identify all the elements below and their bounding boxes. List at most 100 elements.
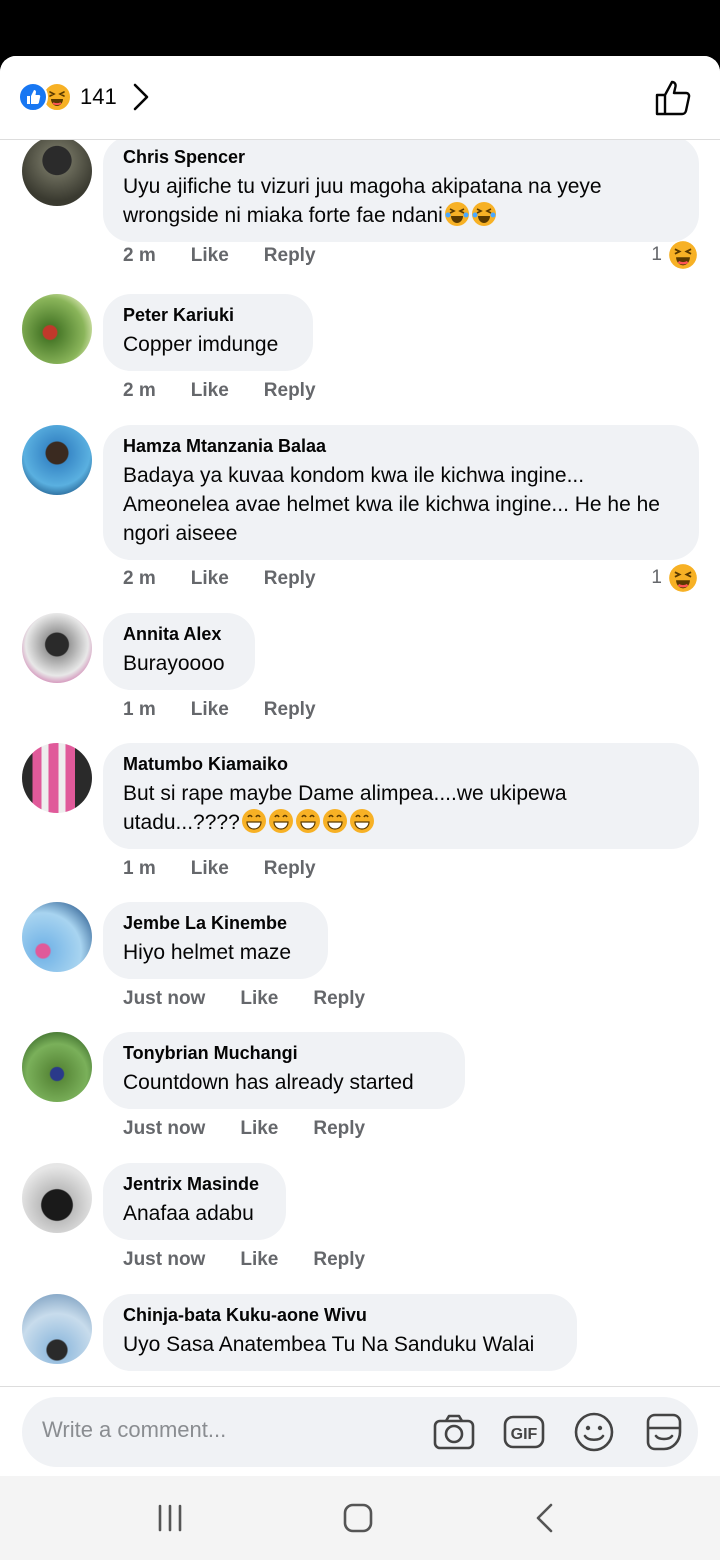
comment-reaction-badge[interactable]: 1 bbox=[651, 563, 698, 593]
home-icon[interactable] bbox=[338, 1498, 378, 1538]
avatar[interactable] bbox=[22, 1163, 92, 1233]
grin-emoji-icon bbox=[268, 809, 293, 833]
comment-text: Anafaa adabu bbox=[123, 1202, 254, 1225]
avatar[interactable] bbox=[22, 743, 92, 813]
comment-text: Burayoooo bbox=[123, 652, 225, 675]
recent-apps-icon[interactable] bbox=[150, 1498, 190, 1538]
avatar[interactable] bbox=[22, 140, 92, 206]
like-comment-button[interactable]: Like bbox=[240, 1118, 278, 1140]
grin-emoji-icon bbox=[322, 809, 347, 833]
like-comment-button[interactable]: Like bbox=[191, 245, 229, 267]
like-comment-button[interactable]: Like bbox=[191, 858, 229, 880]
comment-actions: Just now Like Reply bbox=[123, 988, 400, 1010]
haha-icon bbox=[669, 241, 697, 269]
comment-bubble[interactable]: Hamza Mtanzania Balaa Badaya ya kuvaa ko… bbox=[103, 425, 699, 560]
comment-bubble[interactable]: Chris Spencer Uyu ajifiche tu vizuri juu… bbox=[103, 140, 699, 242]
avatar[interactable] bbox=[22, 613, 92, 683]
comment-actions: Just now Like Reply bbox=[123, 1249, 400, 1271]
status-bar bbox=[0, 0, 720, 56]
like-comment-button[interactable]: Like bbox=[240, 988, 278, 1010]
reply-button[interactable]: Reply bbox=[313, 1118, 365, 1140]
reaction-count: 141 bbox=[80, 84, 117, 109]
comment-time: 2 m bbox=[123, 245, 156, 266]
reply-button[interactable]: Reply bbox=[313, 1249, 365, 1271]
comment-author[interactable]: Matumbo Kiamaiko bbox=[123, 753, 679, 775]
gif-label: GIF bbox=[511, 1426, 538, 1443]
comment-bubble[interactable]: Peter Kariuki Copper imdunge bbox=[103, 294, 313, 371]
thumbs-up-icon bbox=[655, 80, 691, 116]
grin-emoji-icon bbox=[295, 809, 320, 833]
comment-text: Uyu ajifiche tu vizuri juu magoha akipat… bbox=[123, 175, 602, 227]
avatar[interactable] bbox=[22, 902, 92, 972]
like-comment-button[interactable]: Like bbox=[191, 380, 229, 402]
like-comment-button[interactable]: Like bbox=[191, 699, 229, 721]
avatar[interactable] bbox=[22, 1294, 92, 1364]
chevron-right-icon bbox=[131, 82, 151, 112]
comment-actions: 1 m Like Reply bbox=[123, 699, 351, 721]
reactions-summary[interactable]: 141 bbox=[18, 80, 151, 114]
comment-reaction-count: 1 bbox=[651, 244, 662, 265]
comment-time: 1 m bbox=[123, 858, 156, 879]
comment-bubble[interactable]: Matumbo Kiamaiko But si rape maybe Dame … bbox=[103, 743, 699, 849]
comment-author[interactable]: Chris Spencer bbox=[123, 146, 679, 168]
comment-time: 2 m bbox=[123, 380, 156, 401]
reply-button[interactable]: Reply bbox=[313, 988, 365, 1010]
reply-button[interactable]: Reply bbox=[264, 245, 316, 267]
camera-icon[interactable] bbox=[432, 1410, 476, 1454]
comment-actions: 2 m Like Reply bbox=[123, 568, 351, 590]
comment-time: Just now bbox=[123, 1249, 206, 1270]
comment-actions: 1 m Like Reply bbox=[123, 858, 351, 880]
comment-bubble[interactable]: Chinja-bata Kuku-aone Wivu Uyo Sasa Anat… bbox=[103, 1294, 577, 1371]
back-icon[interactable] bbox=[526, 1498, 566, 1538]
comment-list: Chris Spencer Uyu ajifiche tu vizuri juu… bbox=[0, 140, 720, 1386]
emoji-icon[interactable] bbox=[572, 1410, 616, 1454]
comment-author[interactable]: Hamza Mtanzania Balaa bbox=[123, 435, 679, 457]
comment-composer: Write a comment... GIF bbox=[0, 1386, 720, 1476]
avatar[interactable] bbox=[22, 1032, 92, 1102]
comment-author[interactable]: Annita Alex bbox=[123, 623, 235, 645]
comment-text: Badaya ya kuvaa kondom kwa ile kichwa in… bbox=[123, 464, 660, 545]
comment-author[interactable]: Peter Kariuki bbox=[123, 304, 293, 326]
comment-text: Countdown has already started bbox=[123, 1071, 414, 1094]
comment-time: Just now bbox=[123, 988, 206, 1009]
comment-input[interactable]: Write a comment... GIF bbox=[22, 1397, 698, 1467]
comment-text: But si rape maybe Dame alimpea....we uki… bbox=[123, 782, 567, 834]
comment-text: Uyo Sasa Anatembea Tu Na Sanduku Walai bbox=[123, 1333, 535, 1356]
comment-actions: 2 m Like Reply bbox=[123, 245, 351, 267]
comment-reaction-count: 1 bbox=[651, 567, 662, 588]
comment-actions: 2 m Like Reply bbox=[123, 380, 351, 402]
comment-time: 1 m bbox=[123, 699, 156, 720]
comment-bubble[interactable]: Jentrix Masinde Anafaa adabu bbox=[103, 1163, 286, 1240]
grin-emoji-icon bbox=[349, 809, 374, 833]
like-post-button[interactable] bbox=[654, 78, 694, 118]
comment-author[interactable]: Tonybrian Muchangi bbox=[123, 1042, 445, 1064]
grin-emoji-icon bbox=[241, 809, 266, 833]
laughing-tears-emoji-icon bbox=[471, 202, 496, 226]
comment-text: Hiyo helmet maze bbox=[123, 941, 292, 964]
comment-time: Just now bbox=[123, 1118, 206, 1139]
sticker-icon[interactable] bbox=[642, 1410, 686, 1454]
comment-author[interactable]: Chinja-bata Kuku-aone Wivu bbox=[123, 1304, 557, 1326]
like-icon bbox=[18, 82, 48, 112]
system-navigation-bar bbox=[0, 1476, 720, 1560]
comment-input-placeholder: Write a comment... bbox=[42, 1417, 227, 1442]
comment-bubble[interactable]: Tonybrian Muchangi Countdown has already… bbox=[103, 1032, 465, 1109]
comment-author[interactable]: Jentrix Masinde bbox=[123, 1173, 266, 1195]
comment-bubble[interactable]: Jembe La Kinembe Hiyo helmet maze bbox=[103, 902, 328, 979]
reply-button[interactable]: Reply bbox=[264, 380, 316, 402]
reply-button[interactable]: Reply bbox=[264, 568, 316, 590]
comment-reaction-badge[interactable]: 1 bbox=[651, 240, 698, 270]
like-comment-button[interactable]: Like bbox=[240, 1249, 278, 1271]
avatar[interactable] bbox=[22, 425, 92, 495]
avatar[interactable] bbox=[22, 294, 92, 364]
reply-button[interactable]: Reply bbox=[264, 858, 316, 880]
comment-author[interactable]: Jembe La Kinembe bbox=[123, 912, 308, 934]
comment-bubble[interactable]: Annita Alex Burayoooo bbox=[103, 613, 255, 690]
gif-icon[interactable]: GIF bbox=[502, 1410, 546, 1454]
comment-actions: Just now Like Reply bbox=[123, 1118, 400, 1140]
like-comment-button[interactable]: Like bbox=[191, 568, 229, 590]
comment-text: Copper imdunge bbox=[123, 333, 279, 356]
laughing-tears-emoji-icon bbox=[444, 202, 469, 226]
reply-button[interactable]: Reply bbox=[264, 699, 316, 721]
haha-icon bbox=[669, 564, 697, 592]
